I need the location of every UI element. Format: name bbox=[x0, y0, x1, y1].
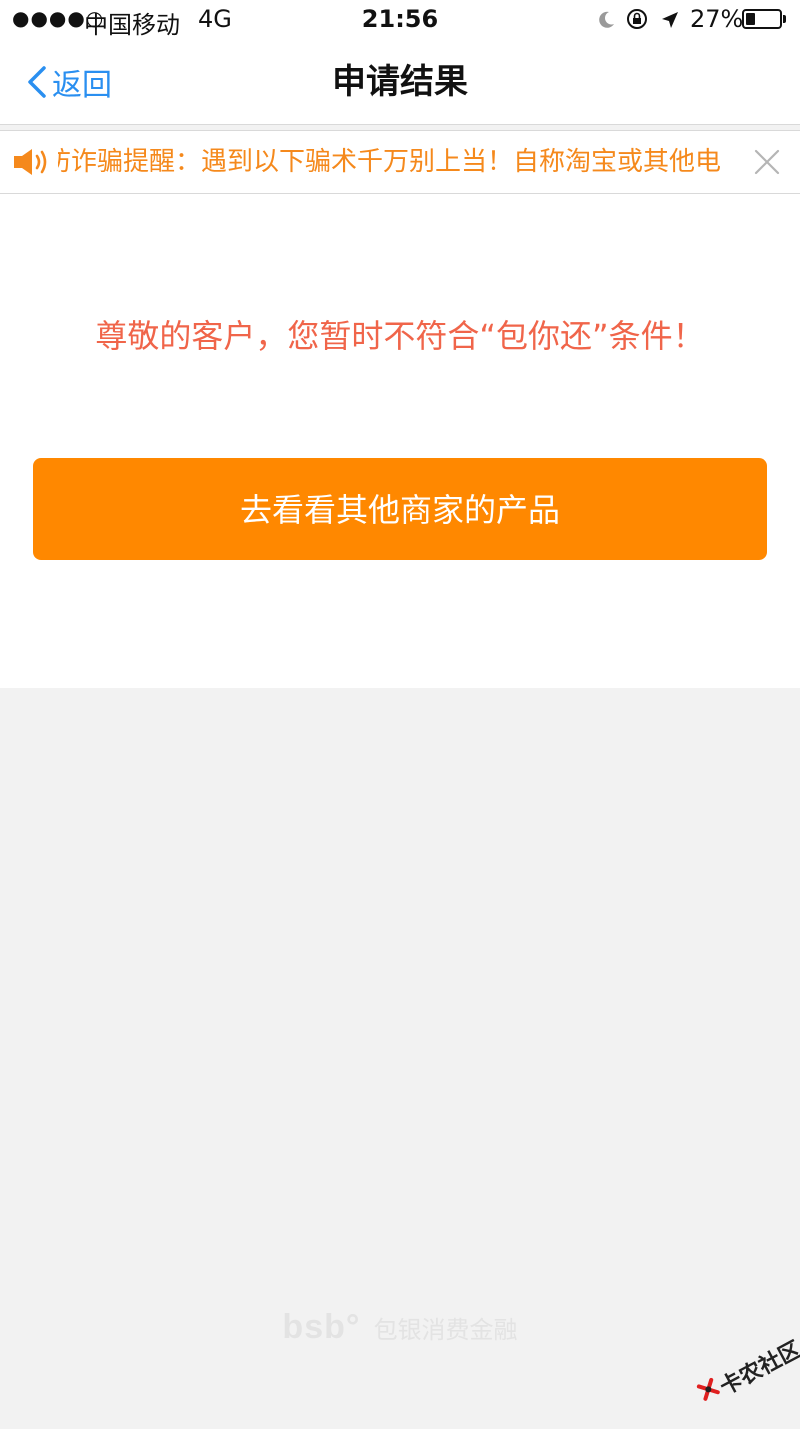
close-icon[interactable] bbox=[752, 147, 782, 177]
status-bar: ●●●●○ 中国移动 4G 21:56 27% bbox=[0, 0, 800, 40]
view-other-products-button[interactable]: 去看看其他商家的产品 bbox=[33, 458, 767, 560]
notice-marquee: 防诈骗提醒：遇到以下骗术千万别上当！自称淘宝或其他电 bbox=[58, 131, 740, 193]
status-time: 21:56 bbox=[361, 5, 439, 33]
footer-logo: bsb° 包银消费金融 bbox=[0, 1308, 800, 1347]
brand-logo-text: 包银消费金融 bbox=[373, 1316, 518, 1344]
moon-icon bbox=[596, 8, 616, 36]
battery-icon bbox=[742, 9, 782, 29]
result-section: 尊敬的客户，您暂时不符合“包你还”条件！ 去看看其他商家的产品 bbox=[0, 194, 800, 688]
orientation-lock-icon bbox=[626, 8, 648, 36]
speaker-icon bbox=[12, 146, 52, 182]
battery-percent: 27% bbox=[690, 5, 744, 33]
location-arrow-icon bbox=[660, 8, 680, 36]
page-title: 申请结果 bbox=[332, 62, 468, 102]
fraud-notice-bar: 防诈骗提醒：遇到以下骗术千万别上当！自称淘宝或其他电 bbox=[0, 130, 800, 194]
notice-text: 防诈骗提醒：遇到以下骗术千万别上当！自称淘宝或其他电 bbox=[58, 147, 722, 177]
brand-logo-mark: bsb° bbox=[282, 1308, 361, 1346]
result-message: 尊敬的客户，您暂时不符合“包你还”条件！ bbox=[95, 317, 705, 355]
navigation-bar: 返回 申请结果 bbox=[0, 40, 800, 125]
battery-level bbox=[746, 13, 755, 25]
battery-cap bbox=[783, 15, 786, 23]
